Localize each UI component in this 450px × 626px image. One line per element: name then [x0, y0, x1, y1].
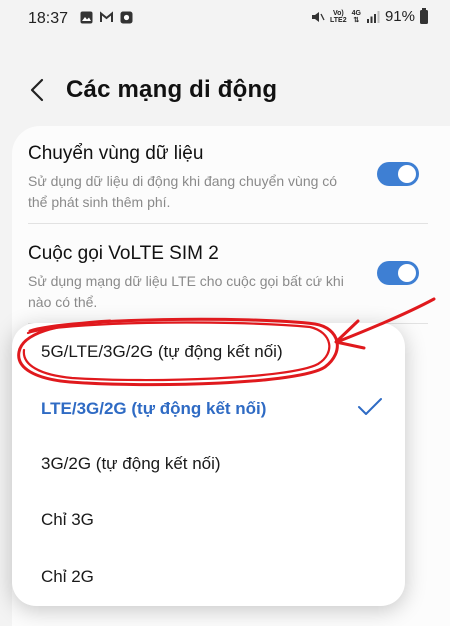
volte-tag: Vo)	[332, 9, 344, 17]
gallery-icon	[80, 11, 93, 24]
battery-percent: 91%	[384, 8, 415, 25]
volte-indicator: Vo) LTE2	[330, 10, 347, 24]
toggle-knob	[398, 165, 416, 183]
setting-title: Chuyển vùng dữ liệu	[28, 143, 204, 164]
notification-icons	[80, 11, 133, 24]
app-header: Các mạng di động	[0, 62, 450, 118]
setting-data-roaming[interactable]: Chuyển vùng dữ liệu Sử dụng dữ liệu di đ…	[28, 143, 423, 213]
option-lte-3g-2g[interactable]: LTE/3G/2G (tự động kết nối)	[41, 399, 266, 419]
status-indicators: Vo) LTE2 4G ⇅ 91%	[311, 7, 428, 25]
setting-title: Cuộc gọi VoLTE SIM 2	[28, 243, 219, 264]
signal-icon	[366, 10, 380, 23]
option-3g-only[interactable]: Chỉ 3G	[41, 510, 94, 530]
status-bar: 18:37 Vo) LTE2 4G ⇅ 91%	[0, 0, 450, 38]
setting-description: Sử dụng dữ liệu di động khi đang chuyển …	[28, 173, 338, 210]
network-mode-dropdown: 5G/LTE/3G/2G (tự động kết nối) LTE/3G/2G…	[12, 323, 405, 606]
lte2-tag: LTE2	[330, 16, 347, 24]
app-icon	[120, 11, 133, 24]
setting-description: Sử dụng mạng dữ liệu LTE cho cuộc gọi bấ…	[28, 273, 344, 310]
battery-icon	[420, 7, 428, 24]
status-time: 18:37	[28, 10, 69, 27]
page-title: Các mạng di động	[66, 76, 278, 103]
network-type: 4G ⇅	[351, 9, 361, 24]
option-3g-2g[interactable]: 3G/2G (tự động kết nối)	[41, 454, 221, 474]
data-roaming-toggle[interactable]	[377, 162, 419, 186]
gmail-icon	[100, 11, 113, 22]
divider	[28, 223, 428, 224]
option-5g-lte-3g-2g[interactable]: 5G/LTE/3G/2G (tự động kết nối)	[41, 342, 283, 362]
mute-icon	[312, 11, 325, 22]
option-2g-only[interactable]: Chỉ 2G	[41, 567, 94, 587]
back-arrow-icon[interactable]	[22, 74, 54, 106]
setting-volte-sim2[interactable]: Cuộc gọi VoLTE SIM 2 Sử dụng mạng dữ liệ…	[28, 243, 423, 313]
toggle-knob	[398, 264, 416, 282]
check-icon	[358, 398, 382, 415]
volte-sim2-toggle[interactable]	[377, 261, 419, 285]
network-type-label: 4G	[351, 9, 361, 17]
